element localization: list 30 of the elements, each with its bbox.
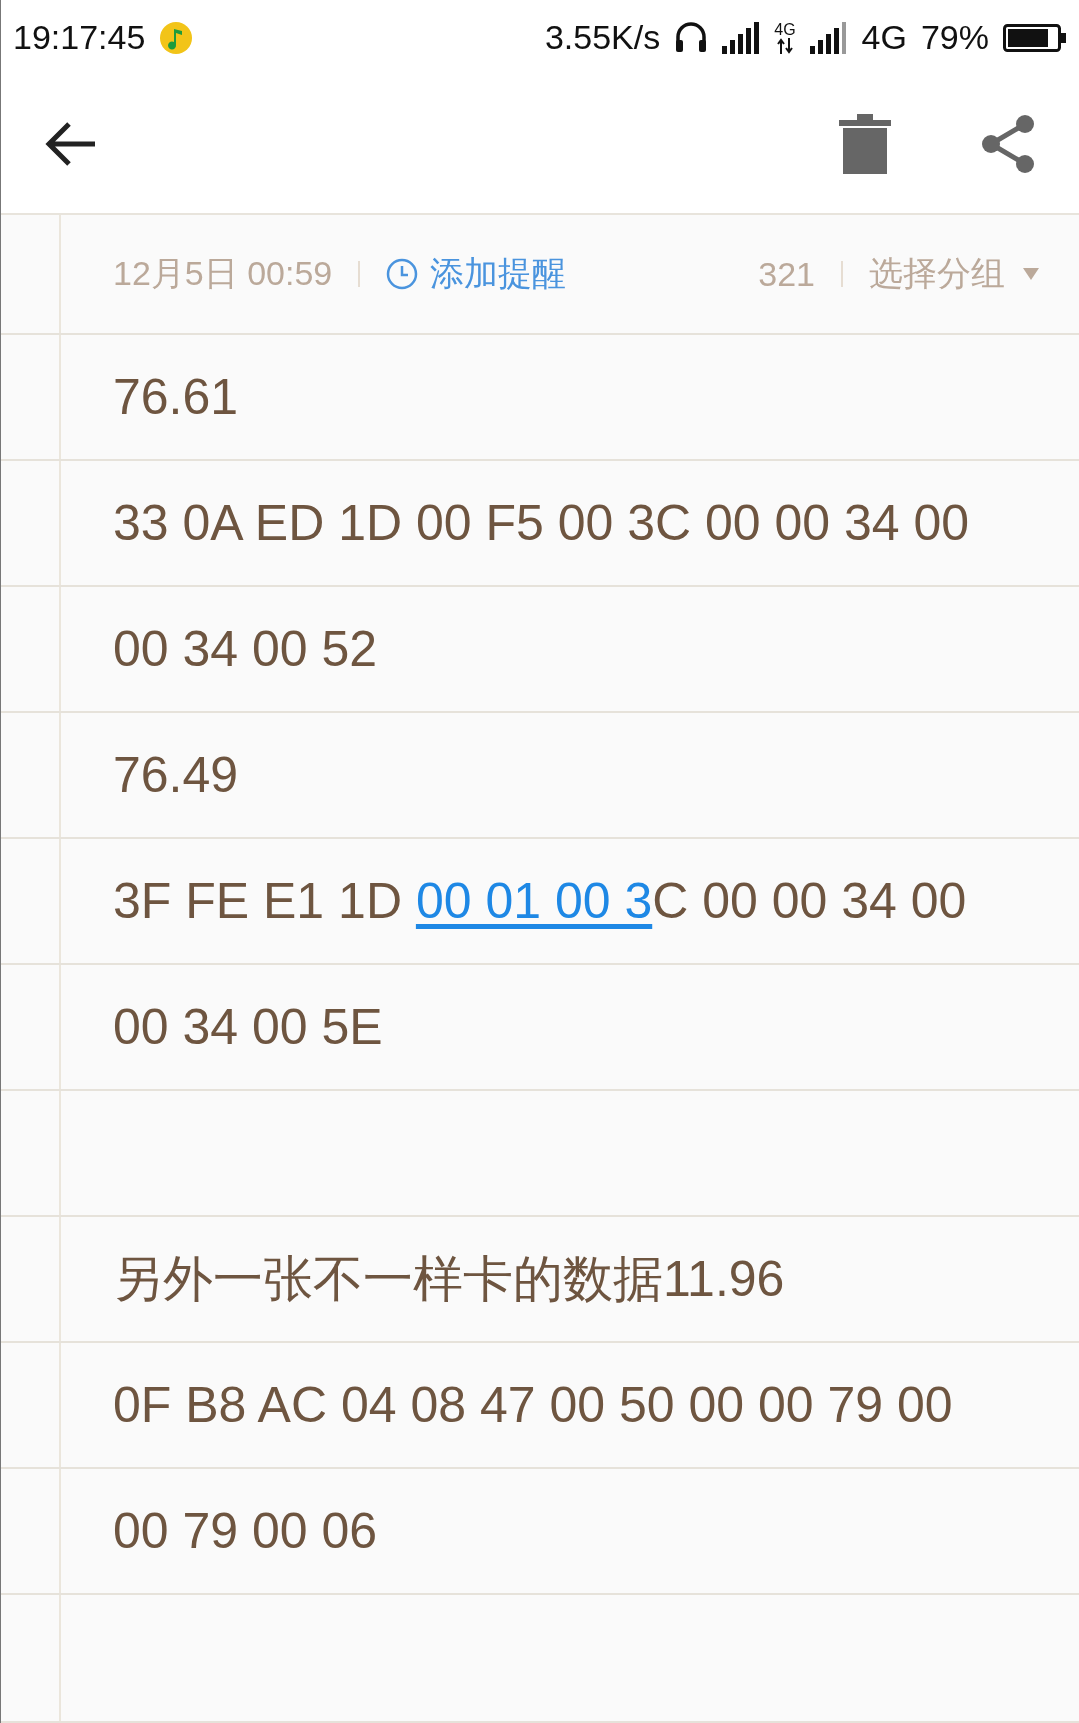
signal-icon bbox=[809, 21, 848, 54]
note-line: 3F FE E1 1D 00 01 00 3C 00 00 34 00 bbox=[113, 872, 967, 930]
reminder-label: 添加提醒 bbox=[430, 253, 567, 294]
share-icon[interactable] bbox=[981, 114, 1035, 174]
signal-icon bbox=[722, 21, 761, 54]
network-type-small: 4G bbox=[774, 21, 796, 38]
note-line: 另外一张不一样卡的数据11.96 bbox=[113, 1249, 785, 1309]
link[interactable]: 00 01 00 3 bbox=[415, 873, 653, 929]
note-line: 00 34 00 52 bbox=[113, 620, 378, 678]
clock-icon bbox=[386, 258, 419, 290]
caret-icon bbox=[1023, 268, 1039, 280]
note-line: 33 0A ED 1D 00 F5 00 3C 00 00 34 00 bbox=[113, 494, 970, 552]
battery-percent: 79% bbox=[920, 18, 989, 57]
music-app-icon bbox=[159, 20, 194, 55]
back-icon[interactable] bbox=[45, 121, 97, 167]
battery-icon bbox=[1003, 23, 1067, 52]
note-line: 00 34 00 5E bbox=[113, 998, 383, 1056]
character-count: 321 bbox=[758, 254, 815, 294]
data-arrows-icon bbox=[776, 37, 793, 54]
status-time: 19:17:45 bbox=[13, 18, 146, 57]
note-line: 76.61 bbox=[113, 368, 239, 426]
network-type: 4G bbox=[861, 18, 907, 57]
network-speed: 3.55K/s bbox=[544, 18, 661, 57]
note-line: 00 79 00 06 bbox=[113, 1502, 378, 1560]
group-select[interactable]: 选择分组 bbox=[869, 251, 1039, 297]
add-reminder-link[interactable]: 添加提醒 bbox=[386, 251, 567, 297]
note-line: 0F B8 AC 04 08 47 00 50 00 00 79 00 bbox=[113, 1376, 953, 1434]
note-line: 76.49 bbox=[113, 746, 239, 804]
trash-icon[interactable] bbox=[839, 114, 891, 174]
note-date: 12月5日 00:59 bbox=[113, 253, 333, 294]
